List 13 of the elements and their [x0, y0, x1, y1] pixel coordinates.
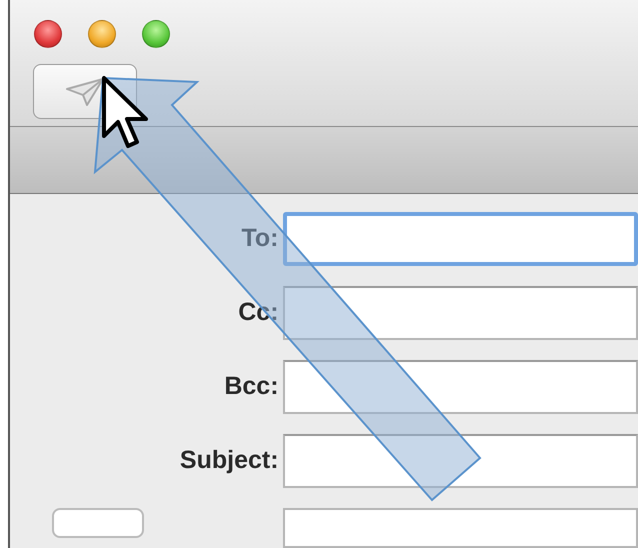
input-field[interactable]	[282, 360, 638, 414]
input-field[interactable]	[282, 434, 638, 488]
input-field[interactable]	[282, 212, 638, 266]
field-label: To:	[240, 223, 280, 254]
toolbar-button[interactable]	[52, 508, 144, 538]
zoom-window-button[interactable]	[142, 20, 170, 48]
paper-plane-icon	[65, 76, 105, 106]
input-field[interactable]	[282, 286, 638, 340]
input-field[interactable]	[282, 508, 638, 548]
field-label: Bcc:	[223, 371, 280, 402]
close-window-button[interactable]	[34, 20, 62, 48]
field-label: Subject:	[178, 445, 280, 476]
minimize-window-button[interactable]	[88, 20, 116, 48]
